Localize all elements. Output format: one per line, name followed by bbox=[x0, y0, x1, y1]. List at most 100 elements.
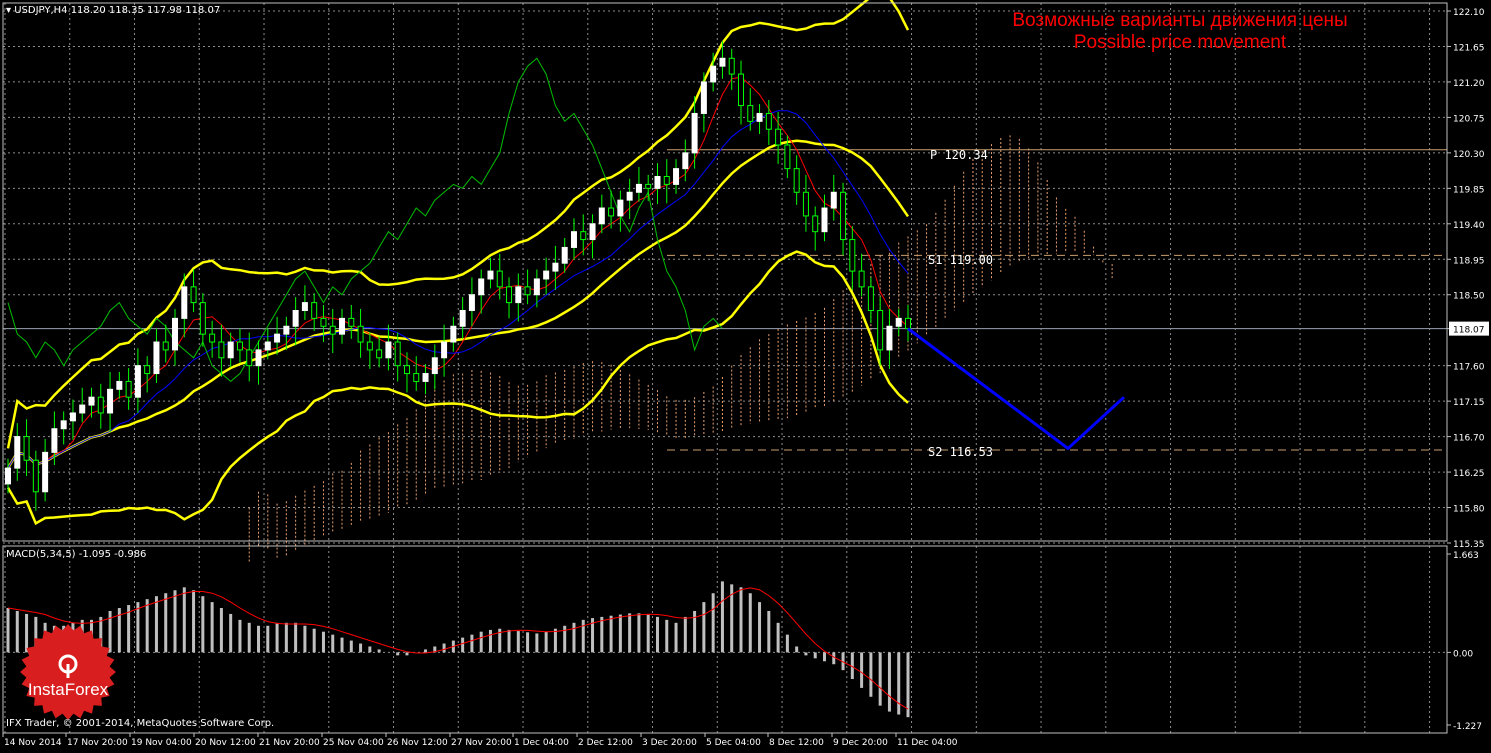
candle-body bbox=[784, 144, 791, 170]
candle-body bbox=[385, 341, 392, 359]
macd-bar bbox=[229, 613, 233, 653]
candle-body bbox=[403, 365, 410, 375]
macd-bar bbox=[359, 643, 363, 653]
x-tick-label: 20 Nov 12:00 bbox=[195, 738, 256, 748]
candle-body bbox=[552, 262, 559, 272]
candle-body bbox=[617, 199, 624, 217]
dropdown-triangle-icon[interactable]: ▾ bbox=[6, 5, 11, 16]
candle-body bbox=[199, 302, 206, 335]
macd-bar bbox=[312, 628, 316, 653]
forecast-line bbox=[907, 327, 1126, 451]
macd-bar bbox=[294, 622, 298, 653]
macd-bar bbox=[526, 632, 530, 653]
candle-body bbox=[533, 278, 540, 296]
candle-body bbox=[14, 436, 21, 469]
price-panel-frame bbox=[2, 2, 1448, 542]
overlay-title: Возможные варианты движения цены Possibl… bbox=[1000, 10, 1360, 54]
candle-body bbox=[654, 176, 661, 189]
y-tick-label: 117.60 bbox=[1453, 363, 1485, 373]
candle-body bbox=[821, 207, 828, 233]
overlay-title-en: Possible price movement bbox=[1073, 32, 1287, 53]
candle-body bbox=[348, 317, 355, 327]
macd-bar bbox=[247, 622, 251, 653]
candle-body bbox=[209, 333, 216, 343]
macd-bar bbox=[720, 581, 724, 653]
candle-body bbox=[255, 349, 262, 367]
candle-body bbox=[858, 270, 865, 288]
candle-body bbox=[886, 325, 893, 351]
candle-body bbox=[413, 373, 420, 382]
macd-bar bbox=[906, 652, 910, 718]
macd-bar bbox=[173, 590, 177, 653]
x-tick-label: 21 Nov 20:00 bbox=[259, 738, 320, 748]
macd-bar bbox=[182, 587, 186, 653]
x-tick-label: 14 Nov 2014 bbox=[4, 738, 62, 748]
macd-bar bbox=[739, 587, 743, 653]
x-tick-label: 25 Nov 04:00 bbox=[323, 738, 384, 748]
candle-body bbox=[441, 341, 448, 359]
candle-body bbox=[264, 341, 271, 351]
macd-bar bbox=[822, 652, 826, 662]
macd-bar bbox=[479, 631, 483, 653]
candle-body bbox=[775, 128, 782, 146]
candle-body bbox=[172, 317, 179, 351]
candle-body bbox=[802, 191, 809, 217]
chart-header: ▾ USDJPY,H4 118.20 118.35 117.98 118.07 bbox=[6, 5, 220, 16]
candle-body bbox=[227, 341, 234, 359]
macd-bar bbox=[275, 622, 279, 653]
y-tick-label: 118.95 bbox=[1453, 256, 1485, 266]
macd-bar bbox=[767, 610, 771, 653]
candle-body bbox=[125, 380, 132, 398]
candle-body bbox=[394, 341, 401, 367]
candle-body bbox=[543, 270, 550, 280]
candle-body bbox=[60, 420, 67, 430]
macd-bar bbox=[136, 602, 140, 653]
macd-bar bbox=[655, 616, 659, 653]
macd-panel-frame bbox=[2, 545, 1448, 734]
chart-root: 122.10 121.65 121.20 120.75 120.30 119.85 119.… bbox=[0, 0, 1491, 749]
y-tick-label: 120.30 bbox=[1453, 150, 1485, 160]
x-tick-label: 17 Nov 20:00 bbox=[67, 738, 128, 748]
x-tick-label: 5 Dec 04:00 bbox=[706, 738, 761, 748]
candle-body bbox=[700, 81, 707, 114]
candle-body bbox=[42, 451, 49, 493]
y-tick-label: 115.80 bbox=[1453, 505, 1485, 515]
candle-body bbox=[329, 325, 336, 335]
price-chart[interactable]: 122.10 121.65 121.20 120.75 120.30 119.85 119.… bbox=[0, 0, 1491, 749]
y-tick-label: 119.40 bbox=[1453, 221, 1485, 231]
candle-body bbox=[765, 112, 772, 130]
candle-body bbox=[190, 286, 197, 304]
candle-body bbox=[580, 231, 587, 241]
candle-body bbox=[478, 278, 485, 296]
macd-bar bbox=[405, 652, 409, 656]
candle-body bbox=[468, 294, 475, 311]
macd-bar bbox=[368, 646, 372, 653]
macd-bar bbox=[581, 619, 585, 653]
candle-body bbox=[162, 341, 169, 351]
macd-bar bbox=[396, 652, 400, 656]
pivot-levels bbox=[667, 149, 1447, 451]
macd-bar bbox=[340, 637, 344, 653]
y-tick-label: 121.20 bbox=[1453, 79, 1485, 89]
instaforex-logo: InstaForex bbox=[8, 622, 128, 722]
macd-bar bbox=[145, 599, 149, 653]
macd-y-tick-label: 1.663 bbox=[1453, 551, 1479, 561]
macd-bar bbox=[238, 619, 242, 653]
macd-bar bbox=[795, 646, 799, 653]
macd-bar bbox=[321, 631, 325, 653]
macd-bar bbox=[878, 652, 882, 706]
macd-bar bbox=[470, 634, 474, 653]
macd-bar bbox=[257, 625, 261, 653]
candle-body bbox=[737, 73, 744, 107]
macd-bar bbox=[192, 590, 196, 653]
candle-body bbox=[812, 215, 819, 233]
macd-y-tick-label: 0.00 bbox=[1453, 649, 1473, 659]
candle-body bbox=[69, 412, 76, 422]
candle-body bbox=[218, 341, 225, 359]
macd-bar bbox=[804, 652, 808, 656]
candle-body bbox=[5, 467, 11, 485]
macd-bar bbox=[646, 614, 650, 653]
macd-bar bbox=[813, 652, 817, 659]
candle-body bbox=[134, 365, 141, 398]
y-tick-label: 119.85 bbox=[1453, 185, 1485, 195]
